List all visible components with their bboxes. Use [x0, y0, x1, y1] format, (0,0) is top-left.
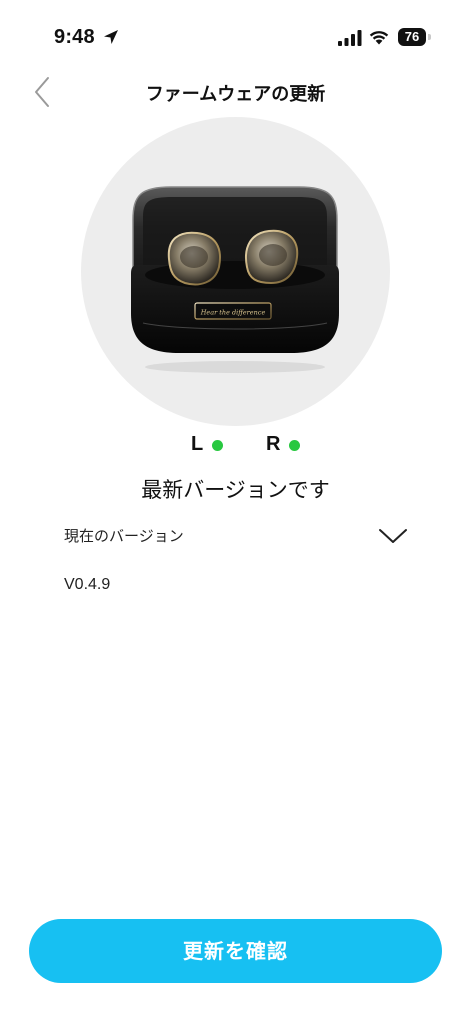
right-connected-dot — [289, 439, 301, 451]
check-update-button[interactable]: 更新を確認 — [29, 919, 442, 983]
chevron-down-icon[interactable] — [378, 525, 408, 547]
page-title: ファームウェアの更新 — [145, 84, 326, 105]
current-version-label: 現在のバージョン — [64, 527, 184, 545]
right-earbud-label: R — [266, 432, 281, 455]
current-version-value: V0.4.9 — [64, 576, 111, 593]
battery-indicator: 76 — [398, 28, 426, 46]
status-time: 9:48 — [54, 26, 95, 48]
case-engraving: Hear the difference — [200, 309, 266, 317]
wifi-icon — [369, 31, 389, 45]
left-earbud-status: L — [191, 432, 224, 456]
current-version-toggle[interactable]: 現在のバージョン — [64, 519, 408, 555]
firmware-status-text: 最新バージョンです — [141, 478, 330, 502]
product-image: Hear the difference — [81, 117, 390, 426]
right-earbud-status: R — [266, 432, 301, 456]
location-arrow-icon — [104, 30, 118, 44]
earbuds-case-illustration: Hear the difference — [131, 186, 339, 373]
left-earbud-label: L — [191, 432, 204, 455]
cellular-signal-icon — [338, 30, 362, 46]
left-connected-dot — [212, 439, 224, 451]
status-bar: 9:48 76 — [0, 0, 471, 70]
battery-cap — [428, 34, 431, 40]
earbud-connection-status: L R — [0, 432, 471, 456]
